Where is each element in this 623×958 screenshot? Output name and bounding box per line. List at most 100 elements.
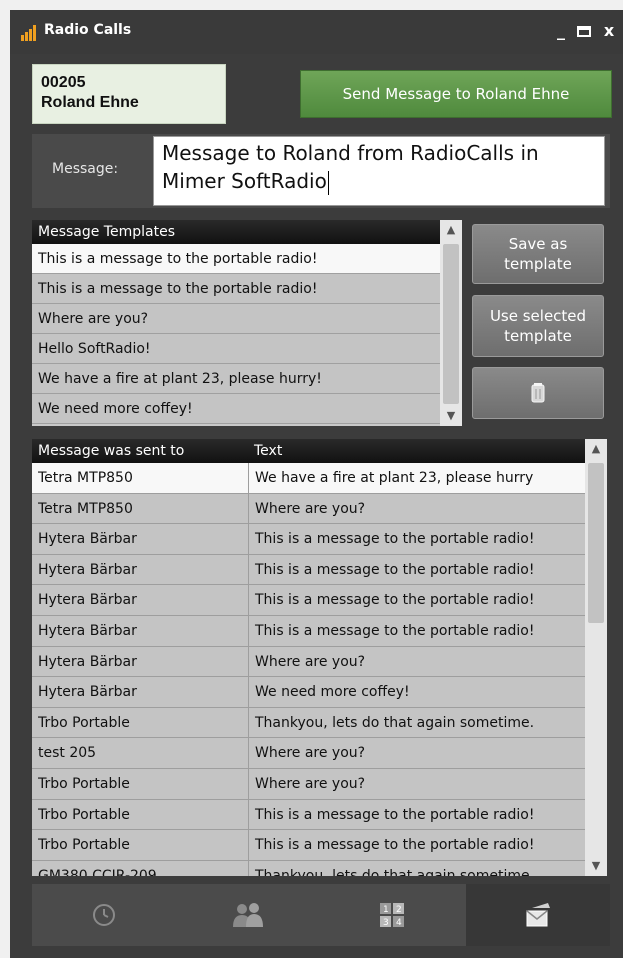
cell-sent-to: Trbo Portable [38, 806, 130, 823]
cell-sent-to: Hytera Bärbar [38, 684, 137, 701]
cell-text: This is a message to the portable radio! [248, 615, 585, 646]
table-row[interactable]: Trbo Portable Where are you? [32, 768, 585, 800]
table-row[interactable]: Tetra MTP850 Where are you? [32, 493, 585, 525]
maximize-button[interactable] [573, 20, 595, 42]
table-row[interactable]: Hytera Bärbar This is a message to the po… [32, 585, 585, 616]
template-item[interactable]: We have a fire at plant 23, please hurry… [32, 364, 440, 394]
save-as-template-button[interactable]: Save as template [472, 224, 604, 284]
tab-messages[interactable] [466, 884, 610, 946]
cell-sent-to: Hytera Bärbar [38, 531, 137, 548]
table-row[interactable]: Trbo Portable This is a message to the po… [32, 799, 585, 831]
template-item[interactable]: This is a message to the portable radio! [32, 244, 440, 274]
message-line-2: Mimer SoftRadio [162, 167, 596, 195]
table-row[interactable]: Hytera Bärbar This is a message to the po… [32, 554, 585, 586]
table-row[interactable]: test 205 Where are you? [32, 738, 585, 769]
sent-table-scrollbar[interactable]: ▲ ▼ [585, 439, 607, 876]
cell-sent-to: test 205 [38, 745, 97, 762]
message-icon [526, 903, 550, 927]
cell-sent-to: Tetra MTP850 [38, 500, 133, 517]
contact-id: 00205 [41, 74, 86, 91]
table-row[interactable]: Hytera Bärbar This is a message to the po… [32, 524, 585, 555]
label-line: Use selected [489, 307, 587, 325]
text-caret [327, 170, 329, 195]
table-row[interactable]: Trbo Portable This is a message to the po… [32, 830, 585, 861]
cell-sent-to: Tetra MTP850 [38, 470, 133, 486]
template-item[interactable]: We need more coffey! [32, 394, 440, 424]
cell-text: Thankyou, lets do that again sometime. [248, 707, 585, 738]
trash-icon [531, 383, 545, 403]
scrollbar-thumb[interactable] [443, 244, 459, 404]
bottom-tab-bar: 1 2 3 4 [32, 884, 610, 946]
scroll-down-arrow-icon[interactable]: ▼ [440, 406, 462, 426]
cell-text: This is a message to the portable radio! [248, 524, 585, 555]
cell-text: This is a message to the portable radio! [248, 585, 585, 616]
message-label: Message: [52, 161, 119, 177]
cell-text: Where are you? [248, 768, 585, 799]
cell-text: This is a message to the portable radio! [248, 799, 585, 830]
cell-sent-to: GM380 CCIR-209 [38, 867, 157, 876]
window-title: Radio Calls [44, 22, 132, 38]
scroll-up-arrow-icon[interactable]: ▲ [440, 220, 462, 240]
template-item[interactable]: Where are you? [32, 304, 440, 334]
table-row[interactable]: Hytera Bärbar We need more coffey! [32, 677, 585, 708]
title-bar: Radio Calls _ x [10, 10, 623, 54]
cell-text: Where are you? [248, 646, 585, 677]
column-header-text[interactable]: Text [254, 439, 282, 463]
template-item[interactable]: Hello SoftRadio! [32, 334, 440, 364]
cell-sent-to: Hytera Bärbar [38, 653, 137, 670]
people-icon [233, 903, 263, 927]
tab-history[interactable] [32, 884, 176, 946]
scroll-down-arrow-icon[interactable]: ▼ [585, 856, 607, 876]
cell-sent-to: Trbo Portable [38, 714, 130, 731]
svg-text:4: 4 [396, 918, 402, 928]
cell-sent-to: Hytera Bärbar [38, 592, 137, 609]
send-message-button[interactable]: Send Message to Roland Ehne [300, 70, 612, 118]
message-templates-list: Message Templates This is a message to t… [32, 220, 440, 426]
scrollbar-thumb[interactable] [588, 463, 604, 623]
templates-scrollbar[interactable]: ▲ ▼ [440, 220, 462, 426]
templates-header: Message Templates [32, 220, 440, 244]
sent-table-header: Message was sent to Text [32, 439, 585, 463]
table-row[interactable]: Trbo Portable Thankyou, lets do that agai… [32, 707, 585, 739]
contact-name: Roland Ehne [41, 94, 139, 111]
contact-info: 00205 Roland Ehne [32, 64, 226, 124]
svg-text:1: 1 [383, 905, 389, 915]
cell-text: We have a fire at plant 23, please hurry [248, 463, 585, 493]
label-line: template [504, 327, 572, 345]
scroll-up-arrow-icon[interactable]: ▲ [585, 439, 607, 459]
cell-text: Thankyou, lets do that again sometime. [248, 860, 585, 876]
message-area: Message: Message to Roland from RadioCal… [32, 134, 610, 208]
cell-text: This is a message to the portable radio! [248, 554, 585, 585]
use-selected-template-button[interactable]: Use selected template [472, 295, 604, 357]
column-header-sent-to[interactable]: Message was sent to [38, 439, 238, 463]
cell-sent-to: Trbo Portable [38, 775, 130, 792]
close-button[interactable]: x [598, 20, 620, 42]
sent-messages-table: Message was sent to Text Tetra MTP850 We … [32, 439, 585, 876]
table-row[interactable]: GM380 CCIR-209 Thankyou, lets do that aga… [32, 860, 585, 876]
cell-sent-to: Trbo Portable [38, 837, 130, 854]
use-selected-template-label: Use selected template [490, 306, 586, 346]
table-row[interactable]: Tetra MTP850 We have a fire at plant 23, … [32, 463, 585, 494]
cell-text: This is a message to the portable radio! [248, 830, 585, 861]
cell-text: We need more coffey! [248, 677, 585, 708]
table-row[interactable]: Hytera Bärbar This is a message to the po… [32, 615, 585, 647]
cell-text: Where are you? [248, 493, 585, 524]
radio-calls-window: Radio Calls _ x 00205 Roland Ehne Send M… [10, 10, 623, 958]
tab-contacts[interactable] [176, 884, 320, 946]
table-row[interactable]: Hytera Bärbar Where are you? [32, 646, 585, 678]
tab-keypad[interactable]: 1 2 3 4 [320, 884, 464, 946]
label-line: Save as [508, 235, 568, 253]
cell-sent-to: Hytera Bärbar [38, 561, 137, 578]
message-line-1: Message to Roland from RadioCalls in [162, 141, 539, 165]
numeric-keypad-icon: 1 2 3 4 [380, 903, 404, 928]
clock-icon [93, 904, 115, 926]
maximize-icon [577, 26, 591, 37]
label-line: template [504, 255, 572, 273]
cell-sent-to: Hytera Bärbar [38, 622, 137, 639]
minimize-button[interactable]: _ [550, 20, 572, 42]
delete-template-button[interactable] [472, 367, 604, 419]
message-input[interactable]: Message to Roland from RadioCalls in Mim… [153, 136, 605, 206]
message-line-2-text: Mimer SoftRadio [162, 169, 327, 193]
signal-bars-icon [21, 25, 36, 41]
template-item[interactable]: This is a message to the portable radio! [32, 274, 440, 304]
